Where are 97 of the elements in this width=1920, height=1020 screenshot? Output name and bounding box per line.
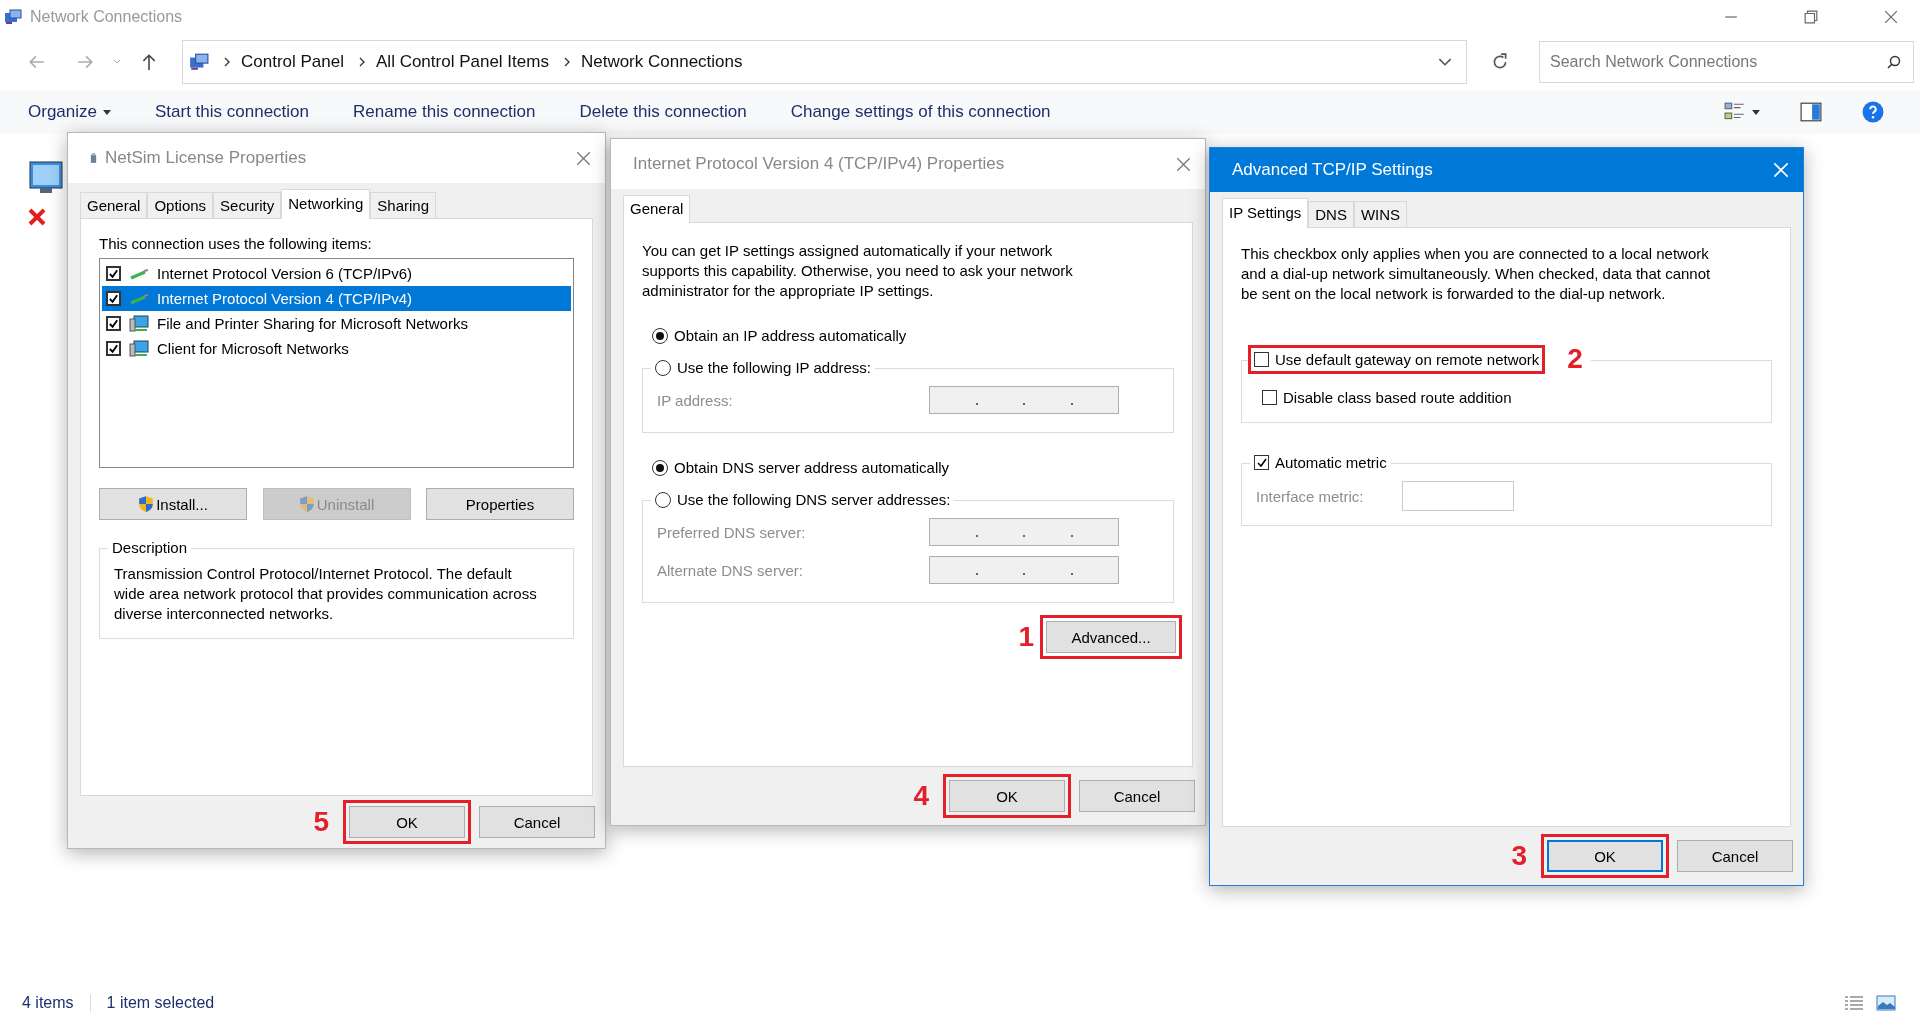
step-number: 4 <box>913 780 929 812</box>
checkmark-icon <box>108 317 119 330</box>
group-title: Description <box>108 539 192 556</box>
checkmark-icon <box>108 292 119 305</box>
action-button[interactable]: Install... <box>99 488 247 520</box>
component-item[interactable]: Client for Microsoft Networks <box>102 336 571 361</box>
dialog-button[interactable]: Cancel <box>1677 840 1793 872</box>
address-bar[interactable]: Control Panel All Control Panel Items Network Connections <box>182 40 1467 84</box>
command-button[interactable]: Rename this connection <box>341 98 548 126</box>
ok-button[interactable]: OK <box>349 806 465 838</box>
breadcrumb-item[interactable]: Control Panel <box>241 52 344 72</box>
restore-icon[interactable] <box>1804 10 1818 24</box>
checkbox-option[interactable]: Automatic metric <box>1250 454 1391 471</box>
chevron-right-icon[interactable] <box>358 57 366 67</box>
dialog-button[interactable]: Cancel <box>479 806 595 838</box>
metric-field[interactable] <box>1401 481 1514 511</box>
command-button[interactable]: Start this connection <box>143 98 321 126</box>
close-icon[interactable] <box>576 150 591 166</box>
step-number: 2 <box>1567 343 1583 375</box>
field-label: Preferred DNS server: <box>657 523 806 541</box>
dialog-title: Internet Protocol Version 4 (TCP/IPv4) Properties <box>633 154 1005 174</box>
component-item[interactable]: File and Printer Sharing for Microsoft Networks <box>102 311 571 336</box>
item-count: 4 items <box>22 994 74 1012</box>
checkmark-icon <box>1255 456 1268 469</box>
ok-button[interactable]: OK <box>949 780 1065 812</box>
checkbox[interactable] <box>106 341 121 356</box>
shield-icon <box>138 495 155 513</box>
breadcrumb-item[interactable]: Network Connections <box>580 52 743 72</box>
step-number: 5 <box>313 806 329 838</box>
adapter-icon <box>90 152 97 164</box>
chevron-right-icon[interactable] <box>562 57 571 67</box>
dialog-title: Advanced TCP/IP Settings <box>1232 160 1433 180</box>
close-icon[interactable] <box>1884 10 1898 24</box>
component-item[interactable]: Internet Protocol Version 6 (TCP/IPv6) <box>102 261 571 286</box>
checkbox[interactable] <box>106 291 121 306</box>
intro-text: You can get IP settings assigned automatically if your network supports this capability. Otherwise, you need to ask your network administrator for the appropriate IP settings. <box>642 241 1074 301</box>
cable-icon <box>129 267 149 280</box>
ok-button[interactable]: OK <box>1547 840 1663 872</box>
ip-address-field[interactable] <box>929 518 1119 546</box>
field-label: IP address: <box>657 391 733 409</box>
checkbox-option[interactable]: Use default gateway on remote network <box>1254 350 1540 368</box>
selection-count: 1 item selected <box>106 994 215 1012</box>
tab[interactable]: Sharing <box>370 192 436 218</box>
ip-address-field[interactable] <box>929 556 1119 584</box>
caret-icon <box>103 109 111 115</box>
tab[interactable]: Security <box>213 192 282 218</box>
computer-icon <box>129 314 149 333</box>
component-item[interactable]: Internet Protocol Version 4 (TCP/IPv4) <box>102 286 571 311</box>
network-folder-icon <box>4 9 22 25</box>
checkbox[interactable] <box>106 316 121 331</box>
action-button[interactable]: Properties <box>426 488 574 520</box>
large-icons-view-icon[interactable] <box>1876 995 1896 1011</box>
tab[interactable]: WINS <box>1353 201 1408 227</box>
checkmark-icon <box>108 267 119 280</box>
field-label: Alternate DNS server: <box>657 561 803 579</box>
list-label: This connection uses the following items: <box>99 235 373 252</box>
preview-pane-icon[interactable] <box>1800 102 1822 122</box>
advanced-button[interactable]: Advanced... <box>1046 621 1176 653</box>
dialog-title: NetSim License Properties <box>105 148 307 168</box>
cable-icon <box>129 292 149 305</box>
computer-icon <box>129 339 149 358</box>
description-text: Transmission Control Protocol/Internet Protocol. The default wide area network protocol that provides communication across diverse interconnected networks. <box>114 564 538 624</box>
shield-icon <box>298 495 315 513</box>
refresh-icon[interactable] <box>1491 53 1509 71</box>
tab[interactable]: General <box>623 195 691 223</box>
intro-text: This checkbox only applies when you are connected to a local network and a dial-up network simultaneously. When checked, data that cannot be sent on the local network is forwarded to the dial-up network. <box>1241 244 1712 304</box>
checkbox[interactable] <box>106 266 121 281</box>
organize-menu[interactable]: Organize <box>16 98 123 126</box>
window-title: Network Connections <box>30 8 183 26</box>
tab[interactable]: Networking <box>281 189 371 219</box>
dialog-button[interactable]: Cancel <box>1079 780 1195 812</box>
tab[interactable]: IP Settings <box>1222 198 1309 228</box>
checkmark-icon <box>108 342 119 355</box>
tab[interactable]: Options <box>147 192 214 218</box>
command-button[interactable]: Change settings of this connection <box>778 98 1063 126</box>
dropdown-chevron-icon[interactable] <box>1438 57 1452 67</box>
help-icon[interactable] <box>1862 101 1884 123</box>
chevron-right-icon[interactable] <box>223 57 231 67</box>
radio-option[interactable]: Obtain an IP address automatically <box>652 327 1174 344</box>
network-folder-icon <box>189 53 209 71</box>
step-number: 1 <box>1018 621 1034 653</box>
checkbox-option[interactable]: Disable class based route addition <box>1262 389 1512 406</box>
field-label: Interface metric: <box>1256 487 1364 505</box>
step-number: 3 <box>1511 840 1527 872</box>
radio-option[interactable]: Use the following DNS server addresses: <box>651 491 955 508</box>
search-icon[interactable] <box>1886 54 1902 70</box>
tab[interactable]: General <box>80 192 148 218</box>
radio-option[interactable]: Use the following IP address: <box>651 359 875 376</box>
tab[interactable]: DNS <box>1308 201 1354 227</box>
up-arrow-icon[interactable] <box>140 53 158 71</box>
ip-address-field[interactable] <box>929 386 1119 414</box>
breadcrumb-item[interactable]: All Control Panel Items <box>376 52 549 72</box>
caret-icon[interactable] <box>1752 109 1760 115</box>
close-icon[interactable] <box>1176 156 1191 172</box>
command-button[interactable]: Delete this connection <box>567 98 759 126</box>
radio-option[interactable]: Obtain DNS server address automatically <box>652 459 1174 476</box>
search-field[interactable]: Search Network Connections <box>1539 41 1914 83</box>
